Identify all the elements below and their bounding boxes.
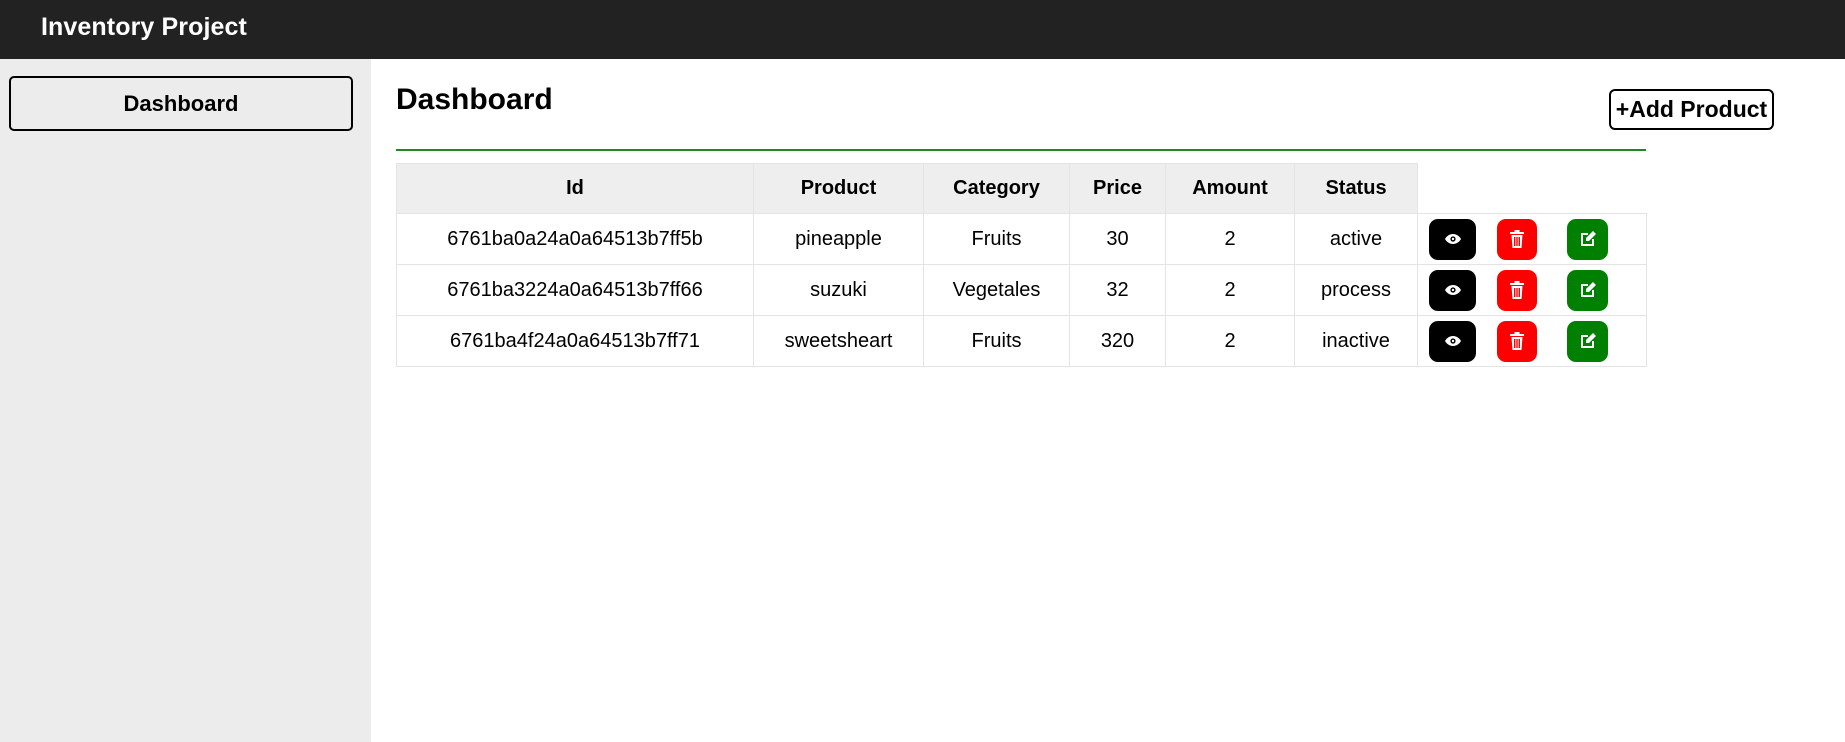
cell-price: 32 bbox=[1069, 264, 1166, 316]
delete-button[interactable] bbox=[1497, 269, 1537, 311]
cell-actions bbox=[1417, 315, 1647, 367]
cell-category: Fruits bbox=[923, 315, 1070, 367]
page-title: Dashboard bbox=[396, 83, 553, 116]
app-title[interactable]: Inventory Project bbox=[41, 13, 247, 42]
table-row: 6761ba4f24a0a64513b7ff71 sweetsheart Fru… bbox=[396, 315, 1647, 367]
sidebar: Dashboard bbox=[0, 59, 371, 742]
eye-icon bbox=[1444, 336, 1461, 346]
edit-button[interactable] bbox=[1567, 218, 1608, 260]
cell-product: suzuki bbox=[753, 264, 924, 316]
view-button[interactable] bbox=[1429, 320, 1476, 362]
column-header-category: Category bbox=[923, 163, 1070, 214]
cell-category: Fruits bbox=[923, 213, 1070, 265]
main-content: Dashboard +Add Product Id Product Catego… bbox=[371, 59, 1845, 742]
cell-amount: 2 bbox=[1165, 264, 1295, 316]
view-button[interactable] bbox=[1429, 218, 1476, 260]
trash-icon bbox=[1510, 332, 1524, 350]
column-header-price: Price bbox=[1069, 163, 1166, 214]
sidebar-item-dashboard[interactable]: Dashboard bbox=[9, 76, 353, 131]
table-header-row: Id Product Category Price Amount Status bbox=[396, 163, 1647, 214]
cell-category: Vegetales bbox=[923, 264, 1070, 316]
table-row: 6761ba3224a0a64513b7ff66 suzuki Vegetale… bbox=[396, 264, 1647, 316]
edit-icon bbox=[1580, 333, 1596, 348]
edit-icon bbox=[1580, 282, 1596, 297]
cell-price: 320 bbox=[1069, 315, 1166, 367]
column-header-id: Id bbox=[396, 163, 754, 214]
cell-product: sweetsheart bbox=[753, 315, 924, 367]
cell-id: 6761ba4f24a0a64513b7ff71 bbox=[396, 315, 754, 367]
table-row: 6761ba0a24a0a64513b7ff5b pineapple Fruit… bbox=[396, 213, 1647, 265]
trash-icon bbox=[1510, 281, 1524, 299]
column-header-status: Status bbox=[1294, 163, 1418, 214]
column-header-actions bbox=[1417, 163, 1647, 214]
edit-icon bbox=[1580, 231, 1596, 246]
top-navbar: Inventory Project bbox=[0, 0, 1845, 59]
cell-actions bbox=[1417, 213, 1647, 265]
eye-icon bbox=[1444, 234, 1461, 244]
cell-id: 6761ba0a24a0a64513b7ff5b bbox=[396, 213, 754, 265]
edit-button[interactable] bbox=[1567, 269, 1608, 311]
column-header-product: Product bbox=[753, 163, 924, 214]
trash-icon bbox=[1510, 230, 1524, 248]
cell-actions bbox=[1417, 264, 1647, 316]
title-divider bbox=[396, 149, 1646, 151]
cell-amount: 2 bbox=[1165, 213, 1295, 265]
edit-button[interactable] bbox=[1567, 320, 1608, 362]
delete-button[interactable] bbox=[1497, 218, 1537, 260]
view-button[interactable] bbox=[1429, 269, 1476, 311]
products-table: Id Product Category Price Amount Status … bbox=[396, 163, 1647, 367]
column-header-amount: Amount bbox=[1165, 163, 1295, 214]
cell-product: pineapple bbox=[753, 213, 924, 265]
cell-status: active bbox=[1294, 213, 1418, 265]
cell-status: inactive bbox=[1294, 315, 1418, 367]
eye-icon bbox=[1444, 285, 1461, 295]
cell-price: 30 bbox=[1069, 213, 1166, 265]
cell-amount: 2 bbox=[1165, 315, 1295, 367]
delete-button[interactable] bbox=[1497, 320, 1537, 362]
add-product-button[interactable]: +Add Product bbox=[1609, 89, 1774, 130]
cell-status: process bbox=[1294, 264, 1418, 316]
cell-id: 6761ba3224a0a64513b7ff66 bbox=[396, 264, 754, 316]
